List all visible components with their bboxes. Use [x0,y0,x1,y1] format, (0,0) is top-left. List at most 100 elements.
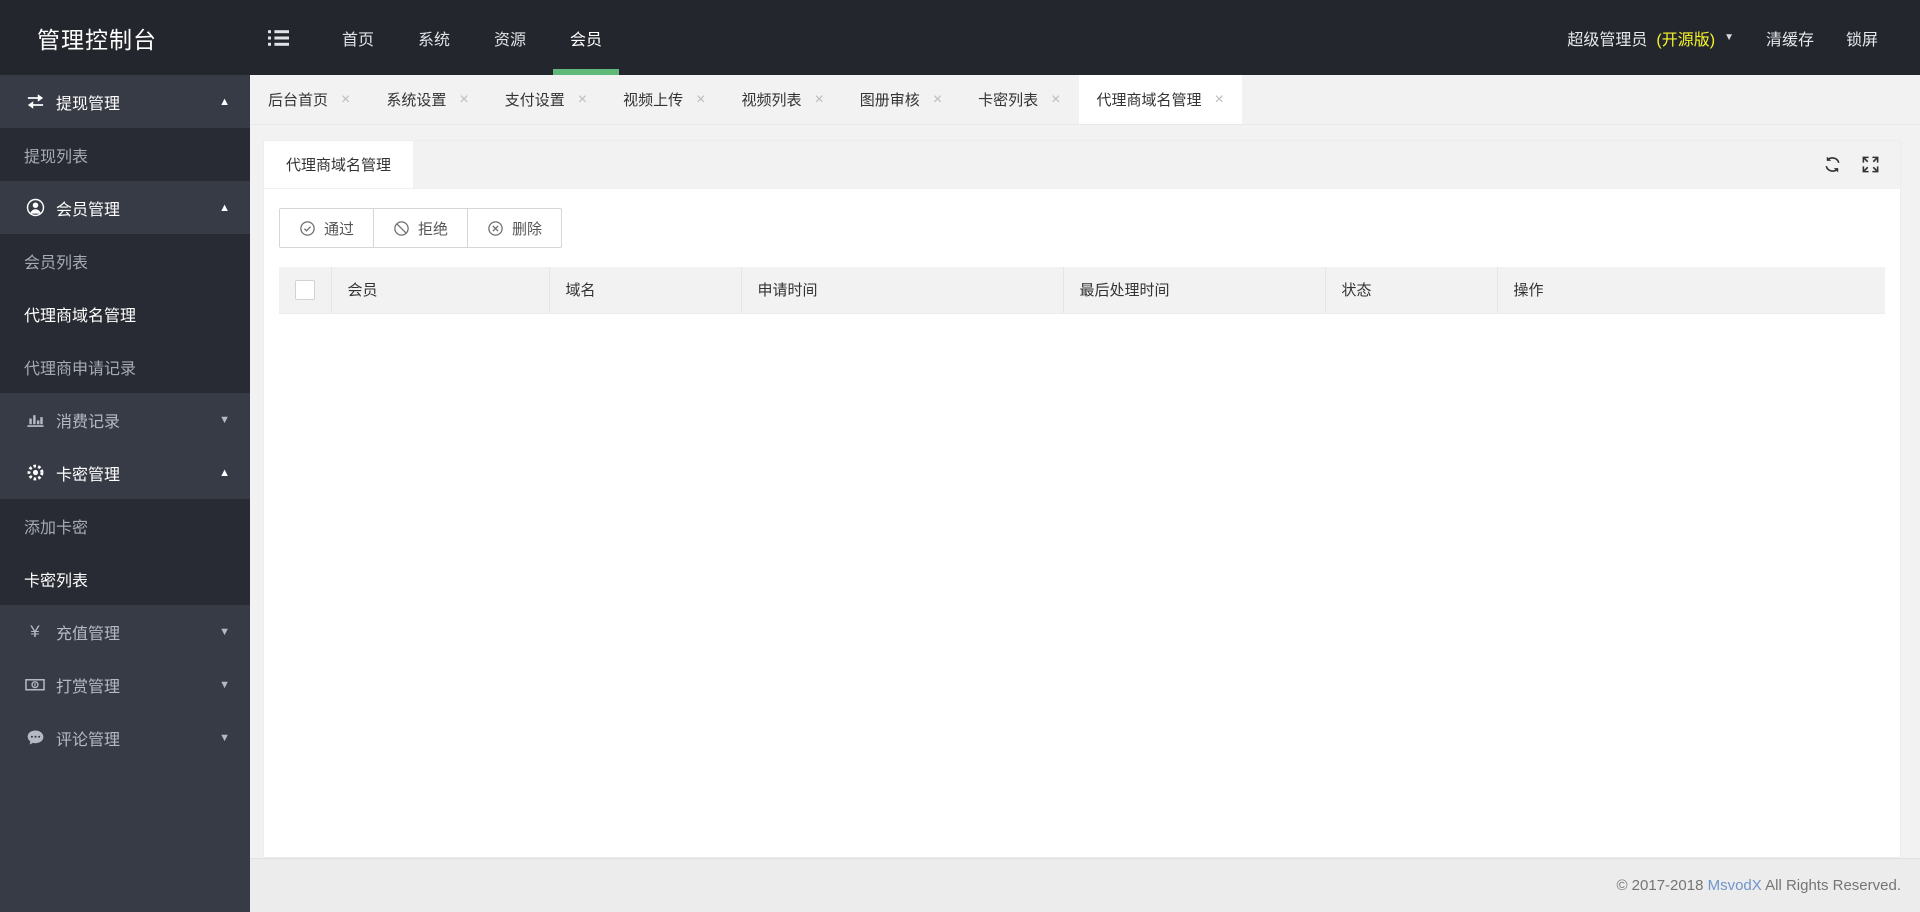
banknote-icon [24,675,46,694]
tab-home[interactable]: 后台首页 × [250,75,368,124]
panel-tab-agent-domain[interactable]: 代理商域名管理 [264,141,415,188]
clear-cache-button[interactable]: 清缓存 [1750,0,1830,75]
sidebar-submenu-cardkey: 添加卡密 卡密列表 [0,499,250,605]
footer: © 2017-2018 MsvodX All Rights Reserved. [250,858,1920,912]
msvodx-link[interactable]: MsvodX [1708,877,1762,894]
sidebar-section-label: 消费记录 [56,413,121,431]
nav-item-home[interactable]: 首页 [325,0,391,75]
top-navbar: 管理控制台 首页 系统 资源 会员 超级管理员 (开源版) ▼ 清缓存 锁屏 [0,0,1920,75]
sidebar-item-member-list[interactable]: 会员列表 [0,234,250,287]
menu-toggle[interactable] [255,0,302,75]
sidebar-section-cardkey[interactable]: 卡密管理 ▲ [0,446,250,499]
toolbar-button-group: 通过 拒绝 删除 [279,208,563,248]
main-area: 后台首页 × 系统设置 × 支付设置 × 视频上传 × 视频列表 × 图册审核 × 卡密列表 × 代理商域名… [250,75,1920,912]
open-tabs-bar: 后台首页 × 系统设置 × 支付设置 × 视频上传 × 视频列表 × 图册审核 × 卡密列表 × 代理商域名… [250,75,1920,125]
tab-label: 支付设置 [504,92,565,109]
bar-chart-icon [24,410,46,429]
panel-card: 代理商域名管理 通过 拒绝 删除 会员 域名 申请时间 最后处理时间 状态 操作 [263,140,1901,858]
sidebar-section-comment[interactable]: 评论管理 ▼ [0,711,250,764]
column-header-operation: 操作 [1496,267,1885,314]
caret-down-icon: ▼ [219,678,230,691]
data-table: 会员 域名 申请时间 最后处理时间 状态 操作 [279,267,1885,314]
tab-payment-settings[interactable]: 支付设置 × [487,75,605,124]
sidebar-section-label: 提现管理 [56,95,121,113]
tab-label: 系统设置 [386,92,447,109]
close-icon[interactable]: × [1215,91,1224,108]
sidebar-item-cardkey-list[interactable]: 卡密列表 [0,552,250,605]
sidebar-item-agent-domain-manage[interactable]: 代理商域名管理 [0,287,250,340]
tab-video-list[interactable]: 视频列表 × [723,75,841,124]
caret-down-icon: ▼ [219,731,230,744]
caret-up-icon: ▲ [219,201,230,214]
sidebar-section-recharge[interactable]: ¥ 充值管理 ▼ [0,605,250,658]
caret-down-icon: ▼ [1724,32,1734,43]
tab-video-upload[interactable]: 视频上传 × [605,75,723,124]
tab-label: 代理商域名管理 [1096,92,1202,109]
nav-item-resource[interactable]: 资源 [477,0,543,75]
refresh-button[interactable] [1823,155,1842,174]
app-title: 管理控制台 [37,26,157,53]
nav-item-system[interactable]: 系统 [401,0,467,75]
select-all-checkbox[interactable] [294,279,315,300]
sidebar-section-member[interactable]: 会员管理 ▲ [0,181,250,234]
sidebar-submenu-member: 会员列表 代理商域名管理 代理商申请记录 [0,234,250,393]
caret-down-icon: ▼ [219,413,230,426]
sidebar-section-reward[interactable]: 打赏管理 ▼ [0,658,250,711]
reject-button[interactable]: 拒绝 [373,208,469,248]
column-header-handle-time: 最后处理时间 [1062,267,1325,314]
close-icon[interactable]: × [696,91,705,108]
comment-icon [24,728,46,747]
footer-suffix: All Rights Reserved. [1761,877,1901,894]
lock-screen-button[interactable]: 锁屏 [1830,0,1894,75]
panel-tools [1823,141,1900,188]
navbar-right: 超级管理员 (开源版) ▼ 清缓存 锁屏 [1551,0,1920,75]
caret-up-icon: ▲ [219,466,230,479]
close-icon[interactable]: × [933,91,942,108]
user-menu[interactable]: 超级管理员 (开源版) ▼ [1551,0,1750,75]
tab-cardkey-list[interactable]: 卡密列表 × [960,75,1078,124]
sidebar-item-withdraw-list[interactable]: 提现列表 [0,128,250,181]
close-icon[interactable]: × [578,91,587,108]
fullscreen-button[interactable] [1861,155,1880,174]
version-badge: (开源版) [1656,31,1716,49]
panel-title: 代理商域名管理 [286,157,392,174]
column-header-status: 状态 [1324,267,1497,314]
tab-label: 卡密列表 [978,92,1039,109]
delete-button[interactable]: 删除 [467,208,563,248]
sidebar-item-agent-apply-record[interactable]: 代理商申请记录 [0,340,250,393]
tab-agent-domain-manage[interactable]: 代理商域名管理 × [1078,75,1242,124]
tab-system-settings[interactable]: 系统设置 × [368,75,486,124]
delete-button-label: 删除 [512,220,543,238]
tab-label: 后台首页 [268,92,329,109]
ban-circle-icon [393,220,410,237]
close-icon[interactable]: × [459,91,468,108]
approve-button-label: 通过 [324,220,355,238]
tab-label: 视频上传 [623,92,684,109]
user-circle-icon [24,198,46,217]
nav-item-member[interactable]: 会员 [553,0,620,75]
user-name: 超级管理员 [1567,31,1648,49]
panel-header: 代理商域名管理 [264,141,1900,189]
close-icon[interactable]: × [1051,91,1060,108]
yen-icon: ¥ [30,622,40,641]
caret-down-icon: ▼ [219,625,230,638]
x-circle-icon [487,220,504,237]
sidebar-section-withdraw[interactable]: 提现管理 ▲ [0,75,250,128]
sidebar-section-consume-record[interactable]: 消费记录 ▼ [0,393,250,446]
close-icon[interactable]: × [341,91,350,108]
panel-body: 通过 拒绝 删除 会员 域名 申请时间 最后处理时间 状态 操作 [264,189,1900,857]
check-circle-icon [299,220,316,237]
sidebar: 提现管理 ▲ 提现列表 会员管理 ▲ 会员列表 代理商域名管理 代理商申请记录 消费记录 ▼ 卡密管… [0,75,250,912]
sidebar-submenu-withdraw: 提现列表 [0,128,250,181]
refresh-icon [1823,155,1842,174]
tab-label: 视频列表 [741,92,802,109]
tab-label: 图册审核 [859,92,920,109]
reject-button-label: 拒绝 [418,220,449,238]
approve-button[interactable]: 通过 [279,208,375,248]
select-all-cell [279,267,331,314]
sidebar-section-label: 评论管理 [56,731,121,749]
sidebar-item-add-cardkey[interactable]: 添加卡密 [0,499,250,552]
column-header-apply-time: 申请时间 [740,267,1063,314]
tab-album-review[interactable]: 图册审核 × [842,75,960,124]
close-icon[interactable]: × [814,91,823,108]
